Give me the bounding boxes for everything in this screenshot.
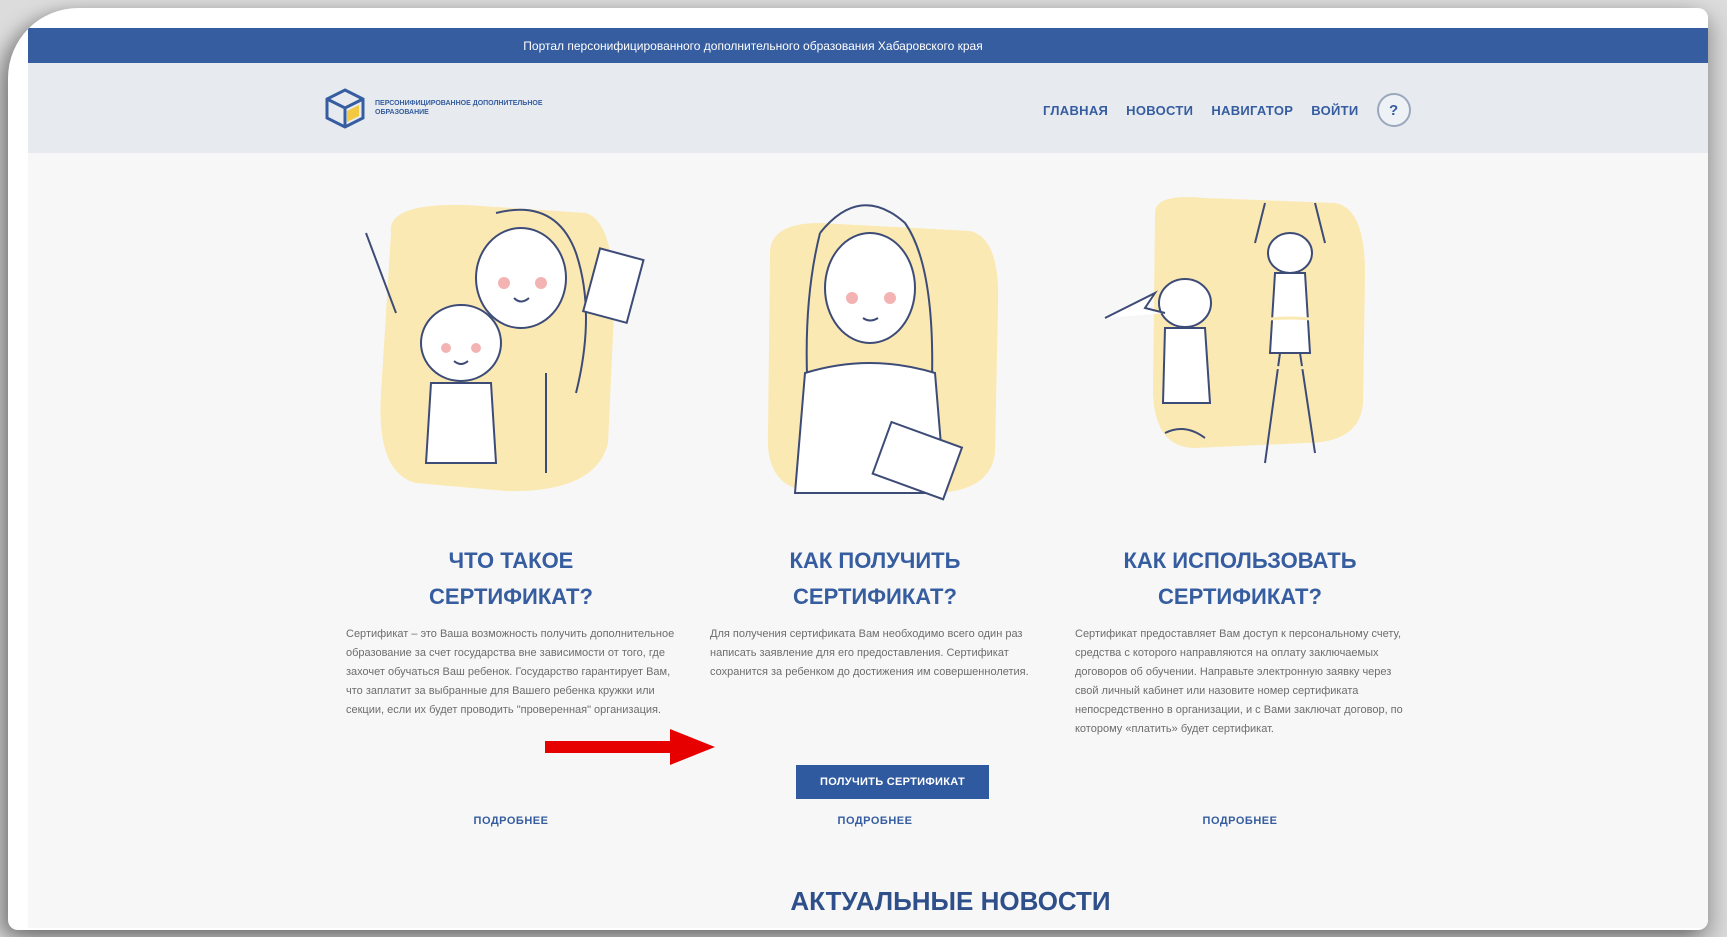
screenshot-frame: Портал персонифицированного дополнительн… (8, 8, 1708, 930)
column-text: Сертификат – это Ваша возможность получи… (346, 628, 675, 716)
kids-playing-illustration (1104, 197, 1365, 464)
web-page: Портал персонифицированного дополнительн… (28, 28, 1708, 928)
column-title: КАК ИСПОЛЬЗОВАТЬ СЕРТИФИКАТ? (1123, 548, 1357, 609)
more-link[interactable]: ПОДРОБНЕЕ (1075, 815, 1405, 827)
top-banner-text: Портал персонифицированного дополнительн… (523, 38, 983, 53)
top-banner: Портал персонифицированного дополнительн… (28, 28, 1708, 63)
column-text: Сертификат предоставляет Вам доступ к пе… (1075, 628, 1403, 735)
logo-cube-icon (325, 88, 365, 129)
certificate-info-section: ЧТО ТАКОЕ СЕРТИФИКАТ? Сертификат – это В… (28, 153, 1708, 833)
site-header: ПЕРСОНИФИЦИРОВАННОЕ ДОПОЛНИТЕЛЬНОЕ ОБРАЗ… (28, 63, 1708, 153)
site-logo[interactable]: ПЕРСОНИФИЦИРОВАННОЕ ДОПОЛНИТЕЛЬНОЕ ОБРАЗ… (323, 87, 555, 129)
nav-navigator[interactable]: НАВИГАТОР (1211, 103, 1293, 118)
get-certificate-button[interactable]: ПОЛУЧИТЬ СЕРТИФИКАТ (796, 765, 989, 799)
main-nav: ГЛАВНАЯ НОВОСТИ НАВИГАТОР ВОЙТИ ? (1043, 93, 1411, 127)
more-link[interactable]: ПОДРОБНЕЕ (710, 815, 1040, 827)
more-link[interactable]: ПОДРОБНЕЕ (346, 815, 676, 827)
news-section-title: АКТУАЛЬНЫЕ НОВОСТИ (790, 886, 1111, 916)
nav-login[interactable]: ВОЙТИ (1311, 103, 1358, 118)
help-button[interactable]: ? (1376, 93, 1411, 127)
woman-writing-illustration (767, 204, 999, 501)
column-text: Для получения сертификата Вам необходимо… (710, 628, 1029, 678)
red-arrow-icon (545, 729, 715, 765)
mother-child-illustration (365, 204, 645, 492)
column-title: ЧТО ТАКОЕ СЕРТИФИКАТ? (429, 548, 593, 609)
column-title: КАК ПОЛУЧИТЬ СЕРТИФИКАТ? (789, 548, 961, 609)
nav-home[interactable]: ГЛАВНАЯ (1043, 103, 1108, 118)
logo-text: ПЕРСОНИФИЦИРОВАННОЕ ДОПОЛНИТЕЛЬНОЕ ОБРАЗ… (375, 100, 543, 116)
nav-news[interactable]: НОВОСТИ (1126, 103, 1193, 118)
